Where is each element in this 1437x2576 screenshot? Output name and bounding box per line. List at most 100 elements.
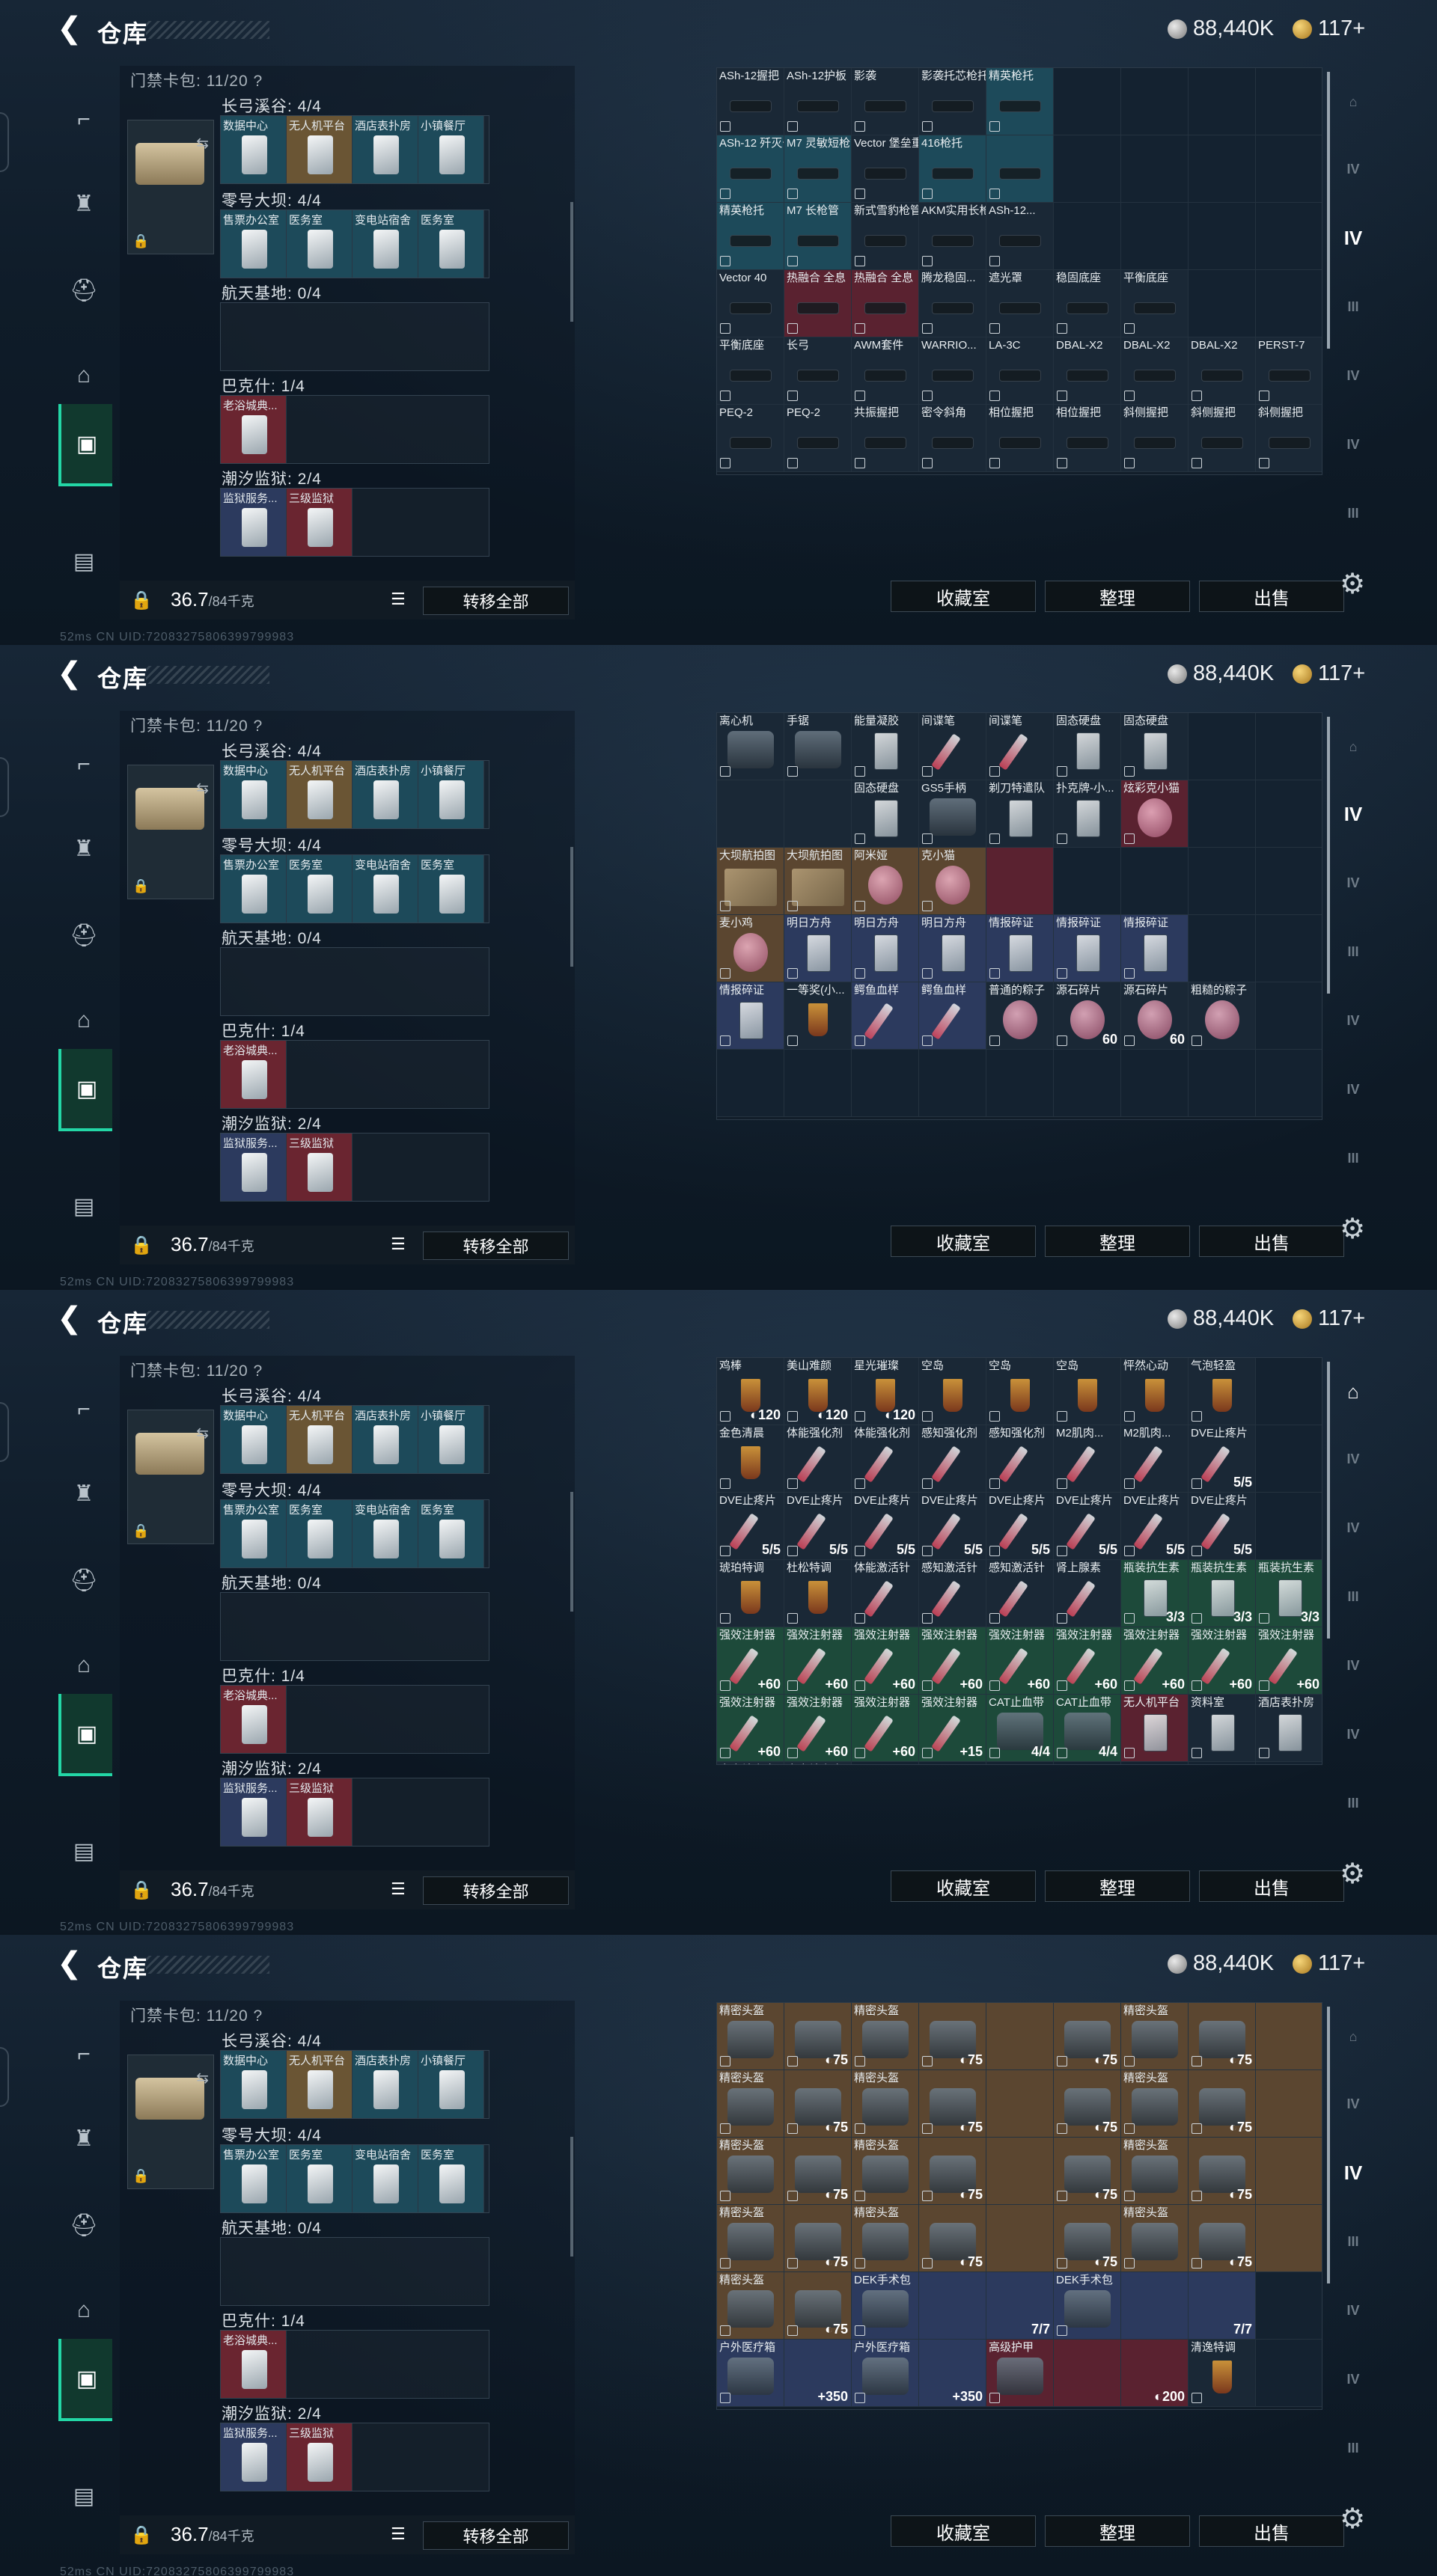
item-cell[interactable]: 精密头盔	[717, 2272, 784, 2340]
empty-cell[interactable]: ◐75	[1189, 2070, 1256, 2138]
item-cell[interactable]: 体能强化剂	[784, 1425, 852, 1493]
left-edge-handle[interactable]	[0, 112, 9, 172]
item-cell[interactable]: 强效注射器 +60	[986, 1627, 1054, 1695]
item-cell[interactable]: Vector 40	[717, 270, 784, 337]
grid-scrollbar[interactable]	[1327, 717, 1330, 994]
sidebar-helmet-icon[interactable]: ⛑	[63, 1559, 105, 1601]
keycard-slot[interactable]: 三级监狱	[287, 1778, 353, 1846]
keycard-slot[interactable]: 数据中心	[221, 116, 287, 183]
keycard-slot[interactable]: 老浴城典...	[221, 1686, 287, 1753]
back-arrow-icon[interactable]: ❮	[57, 658, 82, 688]
keycard-slot[interactable]: 三级监狱	[287, 489, 353, 556]
swap-icon[interactable]: ⇆	[196, 134, 209, 153]
item-cell[interactable]: M7 灵敏短枪管	[784, 135, 852, 203]
sell-button[interactable]: 出售	[1199, 1226, 1344, 1257]
item-cell[interactable]: 遮光罩	[986, 270, 1054, 337]
tab-storage-3[interactable]: III	[1334, 1577, 1373, 1616]
item-cell[interactable]: 资料室	[1189, 1695, 1256, 1762]
list-view-icon[interactable]: ☰	[391, 590, 406, 609]
item-cell[interactable]: DVE止疼片 5/5	[1121, 1493, 1189, 1560]
item-cell[interactable]: 强效注射器 +60	[1189, 1627, 1256, 1695]
item-cell[interactable]: 明日方舟	[784, 915, 852, 982]
swap-icon[interactable]: ⇆	[196, 2069, 209, 2087]
tab-storage-5[interactable]: IV	[1334, 1715, 1373, 1754]
sidebar-keycard-icon[interactable]: ▣	[58, 404, 112, 486]
left-edge-handle[interactable]	[0, 757, 9, 817]
item-cell[interactable]: 空岛	[919, 1358, 986, 1425]
item-cell[interactable]: 强效注射器 +60	[784, 1695, 852, 1762]
keycard-slot[interactable]: 酒店表扑房	[353, 2051, 418, 2118]
keycard-slot[interactable]: 数据中心	[221, 2051, 287, 2118]
item-cell[interactable]: 感知强化剂	[986, 1425, 1054, 1493]
keycard-pack-item[interactable]: 🔒 ⇆	[127, 765, 214, 899]
keycard-pack-item[interactable]: 🔒 ⇆	[127, 1410, 214, 1544]
item-cell[interactable]: 源石碎片 60	[1121, 982, 1189, 1050]
item-cell[interactable]: 平衡底座	[717, 337, 784, 405]
item-cell[interactable]: 影袭	[852, 68, 919, 135]
keycard-slot[interactable]: 三级监狱	[287, 2423, 353, 2491]
tab-storage-2[interactable]: IV	[1334, 1508, 1373, 1547]
item-cell[interactable]: 强效注射器 +60	[1054, 1627, 1121, 1695]
item-cell[interactable]: DVE止疼片 5/5	[784, 1493, 852, 1560]
item-cell[interactable]: 间谍笔	[986, 713, 1054, 780]
gear-icon[interactable]: ⚙	[1340, 1212, 1365, 1246]
empty-cell[interactable]: ◐75	[1054, 2003, 1121, 2070]
item-cell[interactable]: DVE止疼片 5/5	[717, 1493, 784, 1560]
grid-scrollbar[interactable]	[1327, 72, 1330, 349]
back-arrow-icon[interactable]: ❮	[57, 13, 82, 43]
tab-storage-4[interactable]: IV	[1334, 1646, 1373, 1685]
tab-home-icon[interactable]: ⌂	[1334, 2017, 1373, 2056]
item-cell[interactable]: 金色清晨	[717, 1425, 784, 1493]
sort-button[interactable]: 整理	[1045, 581, 1190, 612]
item-cell[interactable]: 斜侧握把	[1189, 405, 1256, 472]
list-view-icon[interactable]: ☰	[391, 2524, 406, 2544]
empty-cell[interactable]: ◐75	[784, 2003, 852, 2070]
sidebar-toolbox-icon[interactable]: ▤	[63, 540, 105, 582]
tab-storage-5[interactable]: IV	[1334, 1070, 1373, 1109]
left-edge-handle[interactable]	[0, 1402, 9, 1462]
item-cell[interactable]: 强效注射器 +60	[717, 1627, 784, 1695]
tab-storage-5[interactable]: IV	[1334, 425, 1373, 464]
list-view-icon[interactable]: ☰	[391, 1879, 406, 1899]
item-cell[interactable]: M2肌肉...	[1121, 1425, 1189, 1493]
item-cell[interactable]: 强效注射器 +60	[717, 1695, 784, 1762]
item-cell[interactable]: 情报碎证	[717, 982, 784, 1050]
keycard-slot[interactable]: 医务室	[287, 2145, 353, 2212]
sidebar-armor-icon[interactable]: ♜	[63, 183, 105, 224]
keycard-slot[interactable]: 医务室	[287, 210, 353, 278]
empty-cell[interactable]: ◐75	[919, 2003, 986, 2070]
empty-cell[interactable]: ◐75	[784, 2272, 852, 2340]
item-cell[interactable]: 感知强化剂	[919, 1425, 986, 1493]
keycard-slot[interactable]: 无人机平台	[287, 116, 353, 183]
sidebar-toolbox-icon[interactable]: ▤	[63, 2475, 105, 2517]
item-cell[interactable]: 精英枪托	[717, 203, 784, 270]
tab-storage-4[interactable]: IV	[1334, 2291, 1373, 2330]
item-cell[interactable]: 空岛	[1054, 1358, 1121, 1425]
left-scrollbar[interactable]	[570, 1492, 573, 1612]
keycard-slot[interactable]: 变电站宿舍	[353, 855, 418, 923]
swap-icon[interactable]: ⇆	[196, 1424, 209, 1443]
item-cell[interactable]: 肾上腺素	[1054, 1560, 1121, 1627]
sidebar-helmet-icon[interactable]: ⛑	[63, 2204, 105, 2246]
keycard-slot[interactable]: 三级监狱	[287, 1133, 353, 1201]
item-cell[interactable]: DEK手术包	[1054, 2272, 1121, 2340]
collection-button[interactable]: 收藏室	[891, 2515, 1036, 2547]
keycard-slot[interactable]: 监狱服务...	[221, 2423, 287, 2491]
empty-cell[interactable]: ◐75	[1189, 2205, 1256, 2272]
item-cell[interactable]: DEK手术包	[852, 2272, 919, 2340]
item-cell[interactable]: 琥珀特调	[717, 1560, 784, 1627]
sell-button[interactable]: 出售	[1199, 2515, 1344, 2547]
keycard-slot[interactable]: 小镇餐厅	[418, 761, 484, 828]
tab-storage-2[interactable]: IV	[1334, 863, 1373, 902]
item-cell[interactable]: 精密头盔	[852, 2205, 919, 2272]
sidebar-firearm-icon[interactable]: ⌐	[63, 2034, 105, 2075]
sidebar-keycard-icon[interactable]: ▣	[58, 1049, 112, 1131]
item-cell[interactable]: 感知激活针	[919, 1560, 986, 1627]
item-cell[interactable]: DVE止疼片 5/5	[1189, 1493, 1256, 1560]
item-cell[interactable]: M7 长枪管	[784, 203, 852, 270]
collection-button[interactable]: 收藏室	[891, 1226, 1036, 1257]
item-cell[interactable]: ASh-12 歼灭长枪管	[717, 135, 784, 203]
tab-home-icon[interactable]: ⌂	[1334, 82, 1373, 121]
empty-cell[interactable]: ◐75	[1189, 2003, 1256, 2070]
item-cell[interactable]: 高级护甲	[986, 2340, 1054, 2407]
